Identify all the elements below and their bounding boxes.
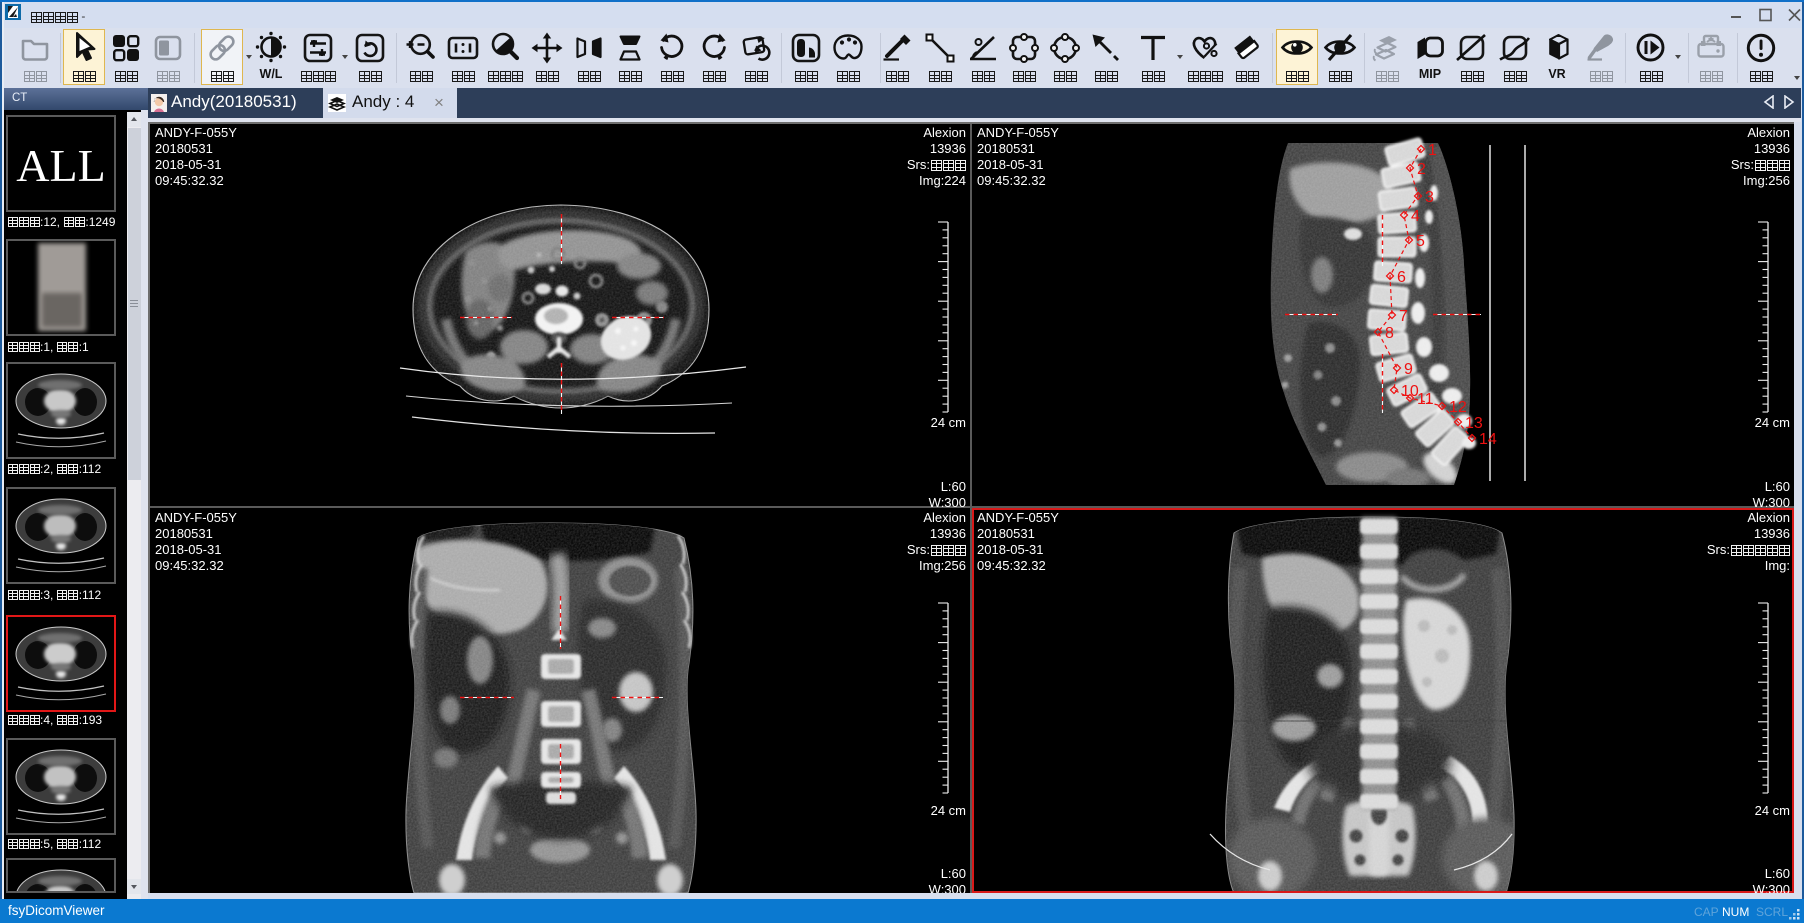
svg-text:12: 12 bbox=[1449, 399, 1467, 416]
svg-text:6: 6 bbox=[1397, 269, 1406, 286]
svg-text:7: 7 bbox=[1399, 308, 1408, 325]
svg-text:11: 11 bbox=[1417, 391, 1434, 408]
svg-text:3: 3 bbox=[1425, 189, 1434, 206]
svg-text:9: 9 bbox=[1404, 361, 1413, 378]
svg-text:1: 1 bbox=[1428, 142, 1437, 159]
svg-text:5: 5 bbox=[1416, 233, 1425, 250]
svg-text:14: 14 bbox=[1479, 431, 1497, 448]
svg-text:2: 2 bbox=[1417, 161, 1426, 178]
svg-text:8: 8 bbox=[1385, 325, 1394, 342]
svg-text:13: 13 bbox=[1465, 415, 1483, 432]
svg-text:4: 4 bbox=[1411, 208, 1420, 225]
